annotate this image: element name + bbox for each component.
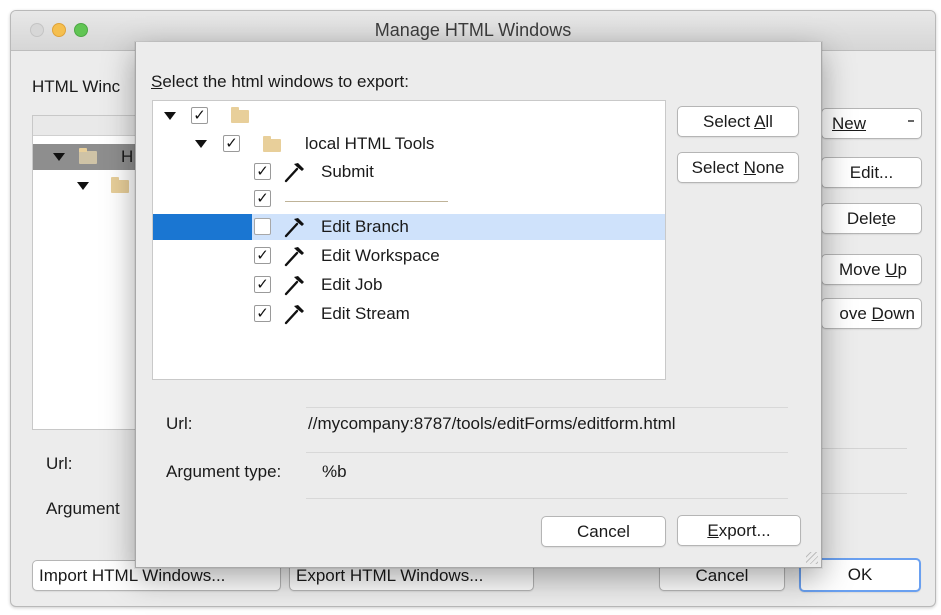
tree-row-local-html-tools[interactable]: ✓ local HTML Tools [153,131,665,157]
tree-row-root[interactable]: ✓ [153,103,665,129]
tree-row-label: Edit Workspace [321,246,440,265]
url-value[interactable]: //mycompany:8787/tools/editForms/editfor… [308,414,676,434]
tree-row-separator[interactable]: ✓ [153,187,665,213]
expand-arrow-icon[interactable] [53,153,65,161]
export-label: Export... [707,520,771,540]
argument-type-value[interactable]: %b [322,462,347,482]
move-down-button[interactable]: ove Down [821,298,922,329]
checkbox-edit-branch[interactable] [254,218,271,235]
checkbox-root[interactable]: ✓ [191,107,208,124]
tree-root-label: H [121,147,134,166]
selection-accent [153,214,252,240]
folder-icon [263,136,281,152]
hammer-icon [284,276,304,296]
window-title: Manage HTML Windows [374,20,572,40]
html-windows-tree[interactable]: H [32,115,147,430]
resize-grip-icon[interactable] [806,552,818,564]
tree-row-edit-stream[interactable]: ✓ Edit Stream [153,301,665,327]
hammer-icon [284,218,304,238]
tree-row-label: Edit Job [321,275,383,294]
url-label: Url: [46,454,73,473]
expand-arrow-icon[interactable] [195,140,207,148]
argument-type-label: Argument type: [166,462,282,481]
tree-row-label: local HTML Tools [305,134,435,153]
ok-button-label: OK [847,565,873,584]
export-html-windows-dialog: Select the html windows to export: ✓ ✓ l… [135,42,822,568]
checkbox-edit-job[interactable]: ✓ [254,276,271,293]
argument-bottom-divider [306,498,788,499]
url-bottom-divider [306,452,788,453]
checkbox-submit[interactable]: ✓ [254,163,271,180]
folder-icon [231,107,249,123]
tree-row-submit[interactable]: ✓ Submit [153,159,665,185]
export-button-label: Export HTML Windows... [296,565,484,585]
new-button[interactable]: New [821,108,922,139]
select-none-button[interactable]: Select None [677,152,799,183]
tree-row-label: Edit Branch [321,217,409,236]
export-button[interactable]: Export... [677,515,801,546]
dialog-cancel-button[interactable]: Cancel [541,516,666,547]
tree-row-edit-branch[interactable]: Edit Branch [153,214,665,240]
move-up-button-label: Move Up [838,259,907,279]
folder-icon [79,148,97,164]
select-none-label: Select None [691,157,785,177]
expand-arrow-icon[interactable] [164,112,176,120]
hammer-icon [284,247,304,267]
move-up-button[interactable]: Move Up [821,254,922,285]
select-all-button[interactable]: Select All [677,106,799,137]
delete-button-label: Delete [846,208,897,228]
checkbox-local-html-tools[interactable]: ✓ [223,135,240,152]
export-windows-tree[interactable]: ✓ ✓ local HTML Tools ✓ Submit ✓ Edit Bra… [152,100,666,380]
url-top-divider [306,407,788,408]
import-button-label: Import HTML Windows... [39,565,226,585]
edit-button[interactable]: Edit... [821,157,922,188]
checkbox-edit-workspace[interactable]: ✓ [254,247,271,264]
select-all-label: Select All [703,111,773,131]
tree-row-label: Edit Stream [321,304,410,323]
checkbox-edit-stream[interactable]: ✓ [254,305,271,322]
tree-row-edit-job[interactable]: ✓ Edit Job [153,272,665,298]
edit-button-label: Edit... [849,162,894,182]
dialog-heading: Select the html windows to export: [151,72,409,91]
hammer-icon [284,163,304,183]
separator-line [285,201,448,202]
html-windows-label: HTML Winc [32,77,121,96]
tree-row-label: Submit [321,162,374,181]
hammer-icon [284,305,304,325]
tree-row-edit-workspace[interactable]: ✓ Edit Workspace [153,243,665,269]
delete-button[interactable]: Delete [821,203,922,234]
cancel-button-label: Cancel [695,565,749,585]
expand-arrow-icon[interactable] [77,182,89,190]
tree-selected-row[interactable]: H [33,144,146,170]
tree-header [33,116,146,136]
dropdown-caret-icon [908,120,914,122]
url-label: Url: [166,414,193,433]
folder-icon [111,177,129,193]
argument-label: Argument [46,499,120,518]
new-button-label: New [832,113,867,133]
checkbox-separator[interactable]: ✓ [254,190,271,207]
dialog-cancel-label: Cancel [577,521,630,541]
move-down-button-label: ove Down [839,303,915,323]
